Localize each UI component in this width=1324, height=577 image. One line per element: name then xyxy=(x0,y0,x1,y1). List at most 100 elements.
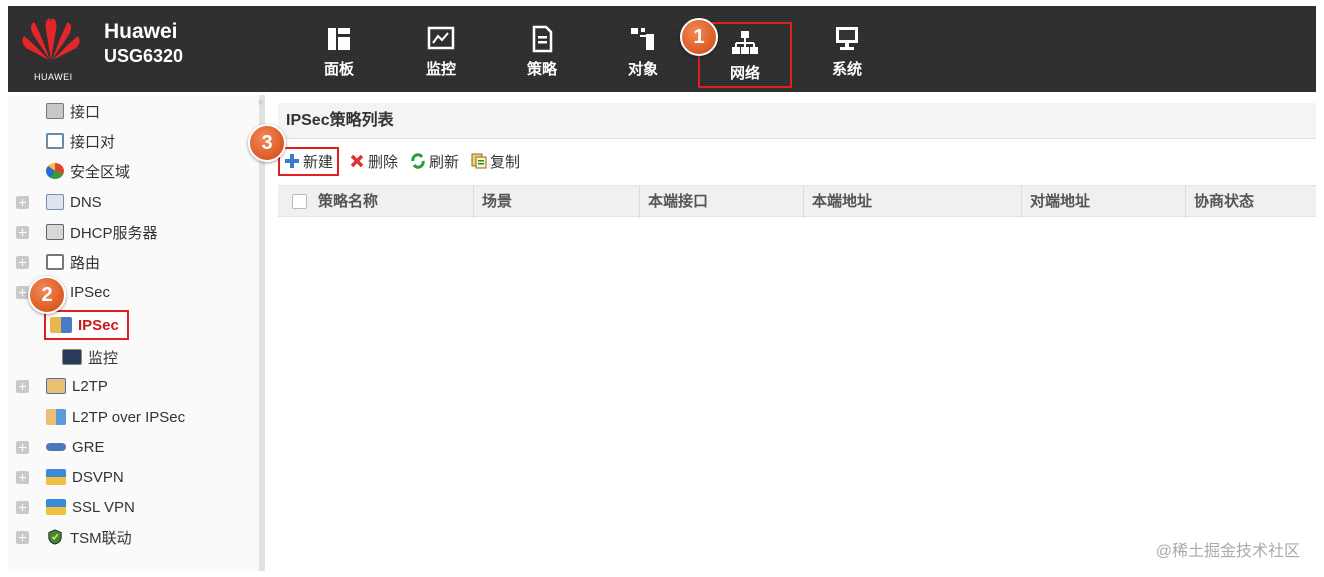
sidebar-item-tsm[interactable]: TSM联动 xyxy=(46,525,132,549)
policy-document-icon xyxy=(532,25,553,53)
network-icon xyxy=(732,31,758,54)
tsm-shield-icon xyxy=(48,529,62,545)
sidebar-item-label: TSM联动 xyxy=(70,529,132,547)
logo-text: HUAWEI xyxy=(34,72,73,82)
sidebar-item-label: SSL VPN xyxy=(72,498,135,516)
nav-system[interactable]: 系统 xyxy=(802,20,892,88)
nav-object[interactable]: 对象 xyxy=(598,20,688,88)
l2tp-icon xyxy=(46,378,66,394)
copy-icon xyxy=(471,153,487,169)
delete-x-icon xyxy=(350,154,364,168)
sidebar-item-dns[interactable]: DNS xyxy=(46,190,102,214)
expand-tsm-icon[interactable] xyxy=(16,531,29,544)
l2tp-over-ipsec-icon xyxy=(46,409,66,425)
sidebar-item-gre[interactable]: GRE xyxy=(46,435,105,459)
delete-button-label: 删除 xyxy=(368,153,399,171)
step-badge-2: 2 xyxy=(28,276,66,314)
sidebar-item-ipsec[interactable]: IPSec xyxy=(44,310,129,340)
sidebar-tree: « 接口 接口对 安全区域 DNS DHCP服务器 路由 IPSec IPSec… xyxy=(8,95,265,571)
sidebar-item-label: L2TP xyxy=(72,377,108,395)
sidebar-item-label: IPSec xyxy=(78,316,119,334)
sidebar-item-label: 监控 xyxy=(88,349,119,367)
sidebar-item-label: 接口 xyxy=(70,103,101,121)
nav-label: 策略 xyxy=(526,61,557,78)
dashboard-icon xyxy=(328,28,350,50)
nav-label: 系统 xyxy=(831,61,862,78)
sidebar-item-route[interactable]: 路由 xyxy=(46,250,100,274)
select-all-checkbox[interactable] xyxy=(292,194,307,209)
sidebar-item-security-zone[interactable]: 安全区域 xyxy=(46,159,130,183)
product-model: USG6320 xyxy=(104,46,184,66)
sidebar-item-label: GRE xyxy=(72,438,105,456)
ssl-vpn-icon xyxy=(46,499,66,515)
sidebar-item-l2tp-over-ipsec[interactable]: L2TP over IPSec xyxy=(46,405,185,429)
sidebar-item-label: DHCP服务器 xyxy=(70,224,158,242)
collapse-handle-icon[interactable]: « xyxy=(258,97,264,108)
delete-button[interactable]: 删除 xyxy=(349,151,398,172)
dns-icon xyxy=(46,194,64,210)
copy-button-label: 复制 xyxy=(490,153,521,171)
sidebar-item-label: 安全区域 xyxy=(70,163,131,181)
expand-ssl-vpn-icon[interactable] xyxy=(16,501,29,514)
expand-dns-icon[interactable] xyxy=(16,196,29,209)
refresh-button[interactable]: 刷新 xyxy=(410,151,459,172)
nav-policy[interactable]: 策略 xyxy=(497,20,587,88)
nav-dashboard[interactable]: 面板 xyxy=(294,20,384,88)
refresh-button-label: 刷新 xyxy=(429,153,460,171)
sidebar-item-label: DSVPN xyxy=(72,468,124,486)
sidebar-item-dhcp-server[interactable]: DHCP服务器 xyxy=(46,220,158,244)
route-icon xyxy=(46,254,64,270)
sidebar-item-dsvpn[interactable]: DSVPN xyxy=(46,465,124,489)
sidebar-item-label: L2TP over IPSec xyxy=(72,408,186,426)
column-header[interactable]: 对端地址 xyxy=(1022,186,1186,218)
column-header[interactable]: 策略名称 xyxy=(310,186,474,218)
sidebar-item-label: 接口对 xyxy=(70,133,116,151)
expand-dhcp-icon[interactable] xyxy=(16,226,29,239)
dhcp-server-icon xyxy=(46,224,64,240)
sidebar-item-label: 路由 xyxy=(70,254,101,272)
sidebar-item-interface-pair[interactable]: 接口对 xyxy=(46,129,115,153)
nav-monitor[interactable]: 监控 xyxy=(396,20,486,88)
expand-route-icon[interactable] xyxy=(16,256,29,269)
expand-dsvpn-icon[interactable] xyxy=(16,471,29,484)
ipsec-monitor-icon xyxy=(62,349,82,365)
expand-l2tp-icon[interactable] xyxy=(16,380,29,393)
page-title: IPSec策略列表 xyxy=(278,103,1316,139)
new-button-label: 新建 xyxy=(303,153,334,171)
monitor-chart-icon xyxy=(427,26,455,50)
interface-icon xyxy=(46,103,64,119)
refresh-icon xyxy=(411,153,425,169)
column-header[interactable]: 场景 xyxy=(474,186,640,218)
main-panel: IPSec策略列表 新建 删除 刷新 复制 策略名称 场景 本端接口 本端地址 … xyxy=(270,95,1316,571)
gre-icon xyxy=(46,443,66,451)
ipsec-icon xyxy=(50,317,72,333)
nav-label: 面板 xyxy=(323,61,354,78)
sidebar-item-label: DNS xyxy=(70,193,102,211)
interface-pair-icon xyxy=(46,133,64,149)
column-header[interactable]: 本端地址 xyxy=(804,186,1022,218)
huawei-flower-icon xyxy=(22,18,80,60)
sidebar-item-ipsec-monitor[interactable]: 监控 xyxy=(62,345,118,369)
collapse-ipsec-icon[interactable] xyxy=(16,286,29,299)
object-icon xyxy=(631,28,654,50)
expand-gre-icon[interactable] xyxy=(16,441,29,454)
sidebar-item-label: IPSec xyxy=(70,283,111,301)
nav-label: 网络 xyxy=(729,65,760,82)
system-monitor-icon xyxy=(836,27,858,50)
column-header[interactable]: 协商状态 xyxy=(1186,186,1316,218)
step-badge-1: 1 xyxy=(680,18,718,56)
product-name: Huawei xyxy=(104,20,178,43)
copy-button[interactable]: 复制 xyxy=(471,151,520,172)
sidebar-item-l2tp[interactable]: L2TP xyxy=(46,374,108,398)
table-header: 策略名称 场景 本端接口 本端地址 对端地址 协商状态 xyxy=(278,185,1316,218)
sidebar-item-interface[interactable]: 接口 xyxy=(46,99,100,123)
watermark: @稀土掘金技术社区 xyxy=(1155,543,1300,560)
sidebar-item-ssl-vpn[interactable]: SSL VPN xyxy=(46,495,135,519)
security-zone-icon xyxy=(46,163,64,179)
plus-icon xyxy=(285,154,299,168)
new-button[interactable]: 新建 xyxy=(278,146,340,176)
huawei-logo: HUAWEI xyxy=(20,16,90,82)
dsvpn-icon xyxy=(46,469,66,485)
column-header[interactable]: 本端接口 xyxy=(640,186,804,218)
step-badge-3: 3 xyxy=(248,124,286,162)
